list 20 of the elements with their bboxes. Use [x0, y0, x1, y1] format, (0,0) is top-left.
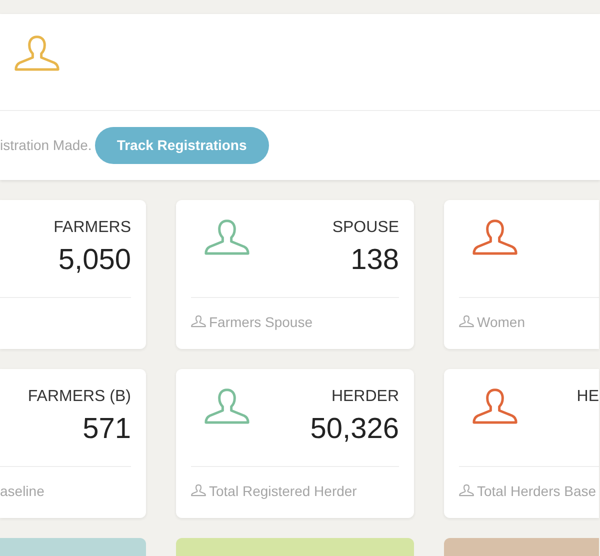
stat-value: 5,050 — [58, 243, 131, 278]
user-icon — [459, 315, 474, 330]
stat-value: 571 — [82, 412, 131, 447]
stat-title: SPOUSE — [332, 218, 399, 238]
user-icon — [459, 484, 474, 499]
stat-title: HE — [576, 387, 599, 407]
stat-value: 50,326 — [310, 412, 399, 447]
card-footer-text: Total Herders Base — [477, 482, 596, 501]
user-icon — [191, 315, 206, 330]
card-footer-text: Women — [477, 313, 525, 332]
user-icon — [191, 484, 206, 499]
notice-text: istration Made. — [0, 136, 92, 154]
card-footer-text: Farmers Spouse — [209, 313, 312, 332]
card-footer-text: aseline — [0, 482, 44, 501]
stat-title: FARMERS (B) — [28, 387, 131, 407]
stat-value: 138 — [350, 243, 399, 278]
stat-title: HERDER — [331, 387, 399, 407]
stat-title: FARMERS — [54, 218, 131, 238]
track-registrations-button[interactable]: Track Registrations — [94, 126, 269, 164]
card-footer-text: Total Registered Herder — [209, 482, 357, 501]
